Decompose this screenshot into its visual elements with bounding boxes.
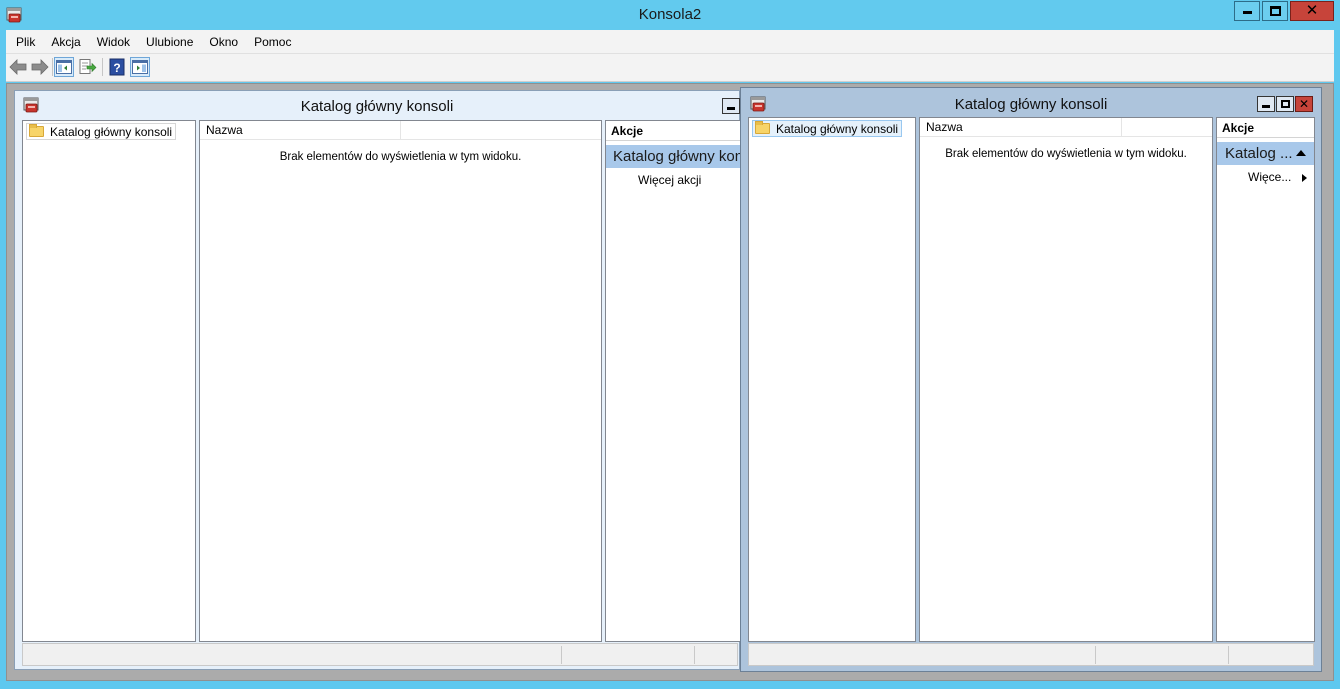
actions-section-header[interactable]: Katalog ... xyxy=(1217,142,1314,165)
close-icon: ✕ xyxy=(1305,2,1319,19)
column-header-row: Nazwa xyxy=(920,118,1212,137)
actions-pane-header: Akcje xyxy=(606,121,745,141)
export-list-icon[interactable] xyxy=(77,57,97,77)
status-bar-separator xyxy=(1095,646,1096,664)
child-window-controls xyxy=(721,98,740,114)
child-window-controls: ✕ xyxy=(1256,96,1313,112)
show-hide-action-pane-icon xyxy=(132,60,148,74)
scope-tree-pane: Katalog główny konsoli xyxy=(748,117,916,642)
window-title: Konsola2 xyxy=(638,6,702,23)
tree-item-console-root[interactable]: Katalog główny konsoli xyxy=(752,120,903,137)
show-hide-tree-button[interactable] xyxy=(54,57,74,77)
column-header-row: Nazwa xyxy=(200,121,601,140)
toolbar-separator xyxy=(102,58,103,76)
child-maximize-button[interactable] xyxy=(1276,96,1294,112)
more-actions-item[interactable]: Więcej akcji xyxy=(638,173,701,187)
result-pane: Nazwa Brak elementów do wyświetlenia w t… xyxy=(919,117,1213,642)
folder-icon xyxy=(29,124,44,137)
close-icon: ✕ xyxy=(1298,97,1310,111)
child-minimize-button[interactable] xyxy=(722,98,740,114)
actions-pane-header: Akcje xyxy=(1217,118,1314,138)
child-window-foreground[interactable]: Katalog główny konsoli ✕ Katalog główny … xyxy=(740,87,1322,672)
tree-item-label: Katalog główny konsoli xyxy=(50,124,173,139)
collapse-arrow-icon[interactable] xyxy=(1296,150,1306,156)
status-bar-separator xyxy=(561,646,562,664)
menu-akcja[interactable]: Akcja xyxy=(43,35,88,49)
close-button[interactable]: ✕ xyxy=(1290,1,1334,21)
menu-pomoc[interactable]: Pomoc xyxy=(246,35,299,49)
actions-pane: Akcje Katalog główny konsoli Więcej akcj… xyxy=(605,120,745,642)
actions-pane: Akcje Katalog ... Więce... xyxy=(1216,117,1315,642)
result-pane: Nazwa Brak elementów do wyświetlenia w t… xyxy=(199,120,602,642)
minimize-icon xyxy=(727,107,735,110)
empty-view-message: Brak elementów do wyświetlenia w tym wid… xyxy=(279,151,522,163)
status-bar-separator xyxy=(1228,646,1229,664)
scope-tree-pane: Katalog główny konsoli xyxy=(22,120,196,642)
status-bar xyxy=(22,643,738,666)
title-bar[interactable]: Konsola2 ✕ xyxy=(0,0,1340,30)
menu-okno[interactable]: Okno xyxy=(201,35,246,49)
window-controls: ✕ xyxy=(1232,1,1334,21)
menu-plik[interactable]: Plik xyxy=(8,35,43,49)
toolbar: ? xyxy=(6,53,1334,82)
column-header-name[interactable]: Nazwa xyxy=(200,121,401,140)
minimize-icon xyxy=(1243,11,1252,14)
child-minimize-button[interactable] xyxy=(1257,96,1275,112)
column-header-name[interactable]: Nazwa xyxy=(920,118,1122,137)
child-close-button[interactable]: ✕ xyxy=(1295,96,1313,112)
actions-section-header[interactable]: Katalog główny konsoli xyxy=(606,145,745,168)
help-icon[interactable]: ? xyxy=(107,57,127,77)
minimize-icon xyxy=(1262,105,1270,108)
menu-bar: Plik Akcja Widok Ulubione Okno Pomoc xyxy=(6,30,1334,53)
maximize-icon xyxy=(1281,100,1290,108)
show-hide-tree-icon xyxy=(56,60,72,74)
minimize-button[interactable] xyxy=(1234,1,1260,21)
folder-icon xyxy=(755,121,770,134)
status-bar-separator xyxy=(694,646,695,664)
status-bar xyxy=(748,643,1314,666)
child-window-title: Katalog główny konsoli xyxy=(954,96,1108,113)
maximize-icon xyxy=(1270,6,1281,16)
maximize-button[interactable] xyxy=(1262,1,1288,21)
more-actions-item[interactable]: Więce... xyxy=(1248,170,1291,184)
actions-section-label: Katalog ... xyxy=(1225,145,1293,162)
svg-text:?: ? xyxy=(113,61,120,75)
empty-view-message: Brak elementów do wyświetlenia w tym wid… xyxy=(945,148,1187,160)
menu-ulubione[interactable]: Ulubione xyxy=(138,35,201,49)
submenu-arrow-icon xyxy=(1302,174,1307,182)
tree-item-label: Katalog główny konsoli xyxy=(776,121,899,136)
mmc-application-window: Konsola2 ✕ Plik Akcja Widok Ulubione Okn… xyxy=(0,0,1340,689)
back-arrow-icon[interactable] xyxy=(8,57,28,77)
tree-item-console-root[interactable]: Katalog główny konsoli xyxy=(26,123,177,140)
child-window-title: Katalog główny konsoli xyxy=(300,98,454,115)
menu-widok[interactable]: Widok xyxy=(89,35,138,49)
toolbar-separator xyxy=(52,58,53,76)
show-hide-action-pane-button[interactable] xyxy=(130,57,150,77)
child-window-background[interactable]: Katalog główny konsoli Katalog główny ko… xyxy=(14,90,745,670)
forward-arrow-icon[interactable] xyxy=(30,57,50,77)
